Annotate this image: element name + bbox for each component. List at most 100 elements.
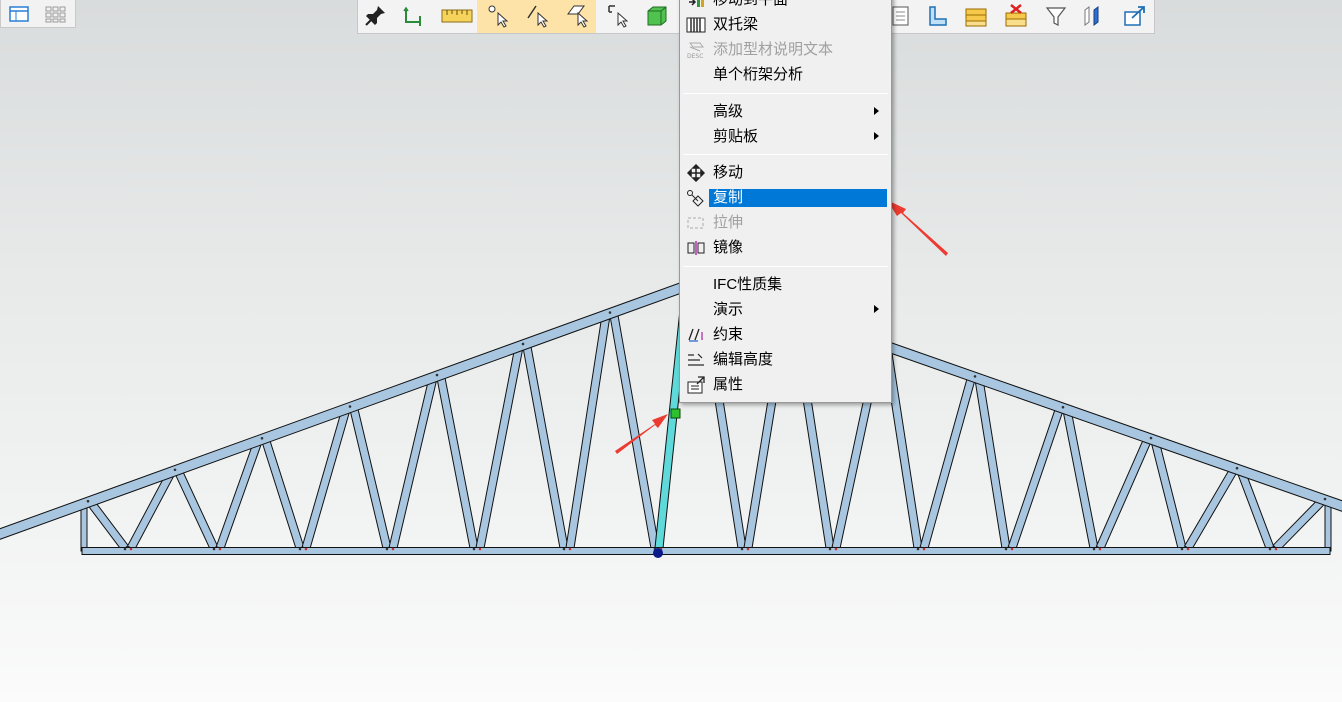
stretch-icon (685, 214, 707, 232)
truss-joint[interactable] (304, 547, 308, 551)
truss-web-member[interactable] (1062, 408, 1099, 550)
truss-joint[interactable] (916, 547, 920, 551)
menu-item-edit-height[interactable]: 编辑高度 (682, 349, 889, 371)
truss-web-member[interactable] (349, 407, 392, 550)
menu-item-advanced[interactable]: 高级 (682, 101, 889, 123)
solid-view-icon[interactable] (643, 2, 671, 30)
truss-web-member[interactable] (388, 376, 438, 550)
truss-joint[interactable] (608, 311, 612, 314)
truss-joint[interactable] (1149, 436, 1153, 440)
select-face-icon[interactable] (564, 2, 592, 30)
grid-layout-icon[interactable] (43, 4, 67, 24)
truss-joint[interactable] (1092, 547, 1096, 551)
menu-item-stretch[interactable]: 拉伸 (682, 212, 889, 234)
menu-item-mirror[interactable]: 镜像 (682, 237, 889, 259)
selection-end-handle[interactable] (670, 408, 681, 419)
snap-icon[interactable] (398, 2, 426, 30)
truss-joint[interactable] (568, 547, 572, 551)
truss-joint[interactable] (1323, 497, 1327, 501)
truss-joint[interactable] (435, 373, 439, 377)
section-icon[interactable] (1078, 2, 1106, 30)
truss-end-post[interactable] (1324, 501, 1332, 552)
truss-joint[interactable] (129, 547, 133, 551)
truss-joint[interactable] (1274, 547, 1278, 551)
menu-item-move[interactable]: 移动 (682, 162, 889, 184)
truss-top-chord-left[interactable] (0, 275, 703, 542)
truss-joint[interactable] (173, 468, 177, 472)
select-edge-icon[interactable] (524, 2, 552, 30)
truss-web-member[interactable] (261, 439, 305, 550)
menu-separator (683, 266, 888, 267)
truss-web-member[interactable] (565, 314, 611, 550)
truss-web-member[interactable] (522, 345, 569, 550)
truss-joint[interactable] (260, 437, 264, 440)
truss-joint[interactable] (86, 499, 90, 503)
truss-joint[interactable] (1010, 547, 1014, 551)
truss-joint[interactable] (1098, 547, 1102, 551)
truss-joint[interactable] (1061, 405, 1065, 409)
menu-item-copy[interactable]: 复制 (682, 187, 889, 209)
measure-icon[interactable] (440, 2, 474, 30)
menu-item-move-to-plane[interactable]: 移动到平面 (682, 0, 889, 11)
menu-item-ifc-properties[interactable]: IFC性质集 (682, 274, 889, 296)
truss-web-member[interactable] (1272, 498, 1325, 552)
truss-web-member[interactable] (1183, 468, 1238, 551)
truss-web-member[interactable] (436, 376, 479, 550)
filter-icon[interactable] (1042, 2, 1070, 30)
menu-item-add-description[interactable]: DESC 添加型材说明文本 (682, 39, 889, 61)
truss-joint[interactable] (1004, 547, 1008, 551)
truss-joint[interactable] (348, 405, 352, 408)
truss-web-member[interactable] (919, 377, 976, 550)
menu-item-single-truss-analysis[interactable]: 单个桁架分析 (682, 64, 889, 86)
truss-joint[interactable] (123, 547, 127, 551)
menu-item-double-truss[interactable]: 双托梁 (682, 14, 889, 36)
truss-web-member[interactable] (301, 407, 351, 550)
select-component-icon[interactable] (604, 2, 632, 30)
truss-joint[interactable] (834, 547, 838, 551)
pin-icon[interactable] (361, 2, 389, 30)
truss-web-member[interactable] (974, 378, 1011, 550)
selection-start-handle[interactable] (653, 548, 663, 558)
select-point-icon[interactable] (484, 2, 512, 30)
menu-item-constraint[interactable]: 约束 (682, 324, 889, 346)
truss-joint[interactable] (212, 547, 216, 551)
truss-joint[interactable] (385, 547, 389, 551)
export-icon[interactable] (1121, 2, 1149, 30)
truss-joint[interactable] (746, 547, 750, 551)
window-layout-icon[interactable] (7, 4, 31, 24)
truss-joint[interactable] (1268, 547, 1272, 551)
truss-joint[interactable] (478, 547, 482, 551)
truss-web-member[interactable] (88, 501, 129, 552)
truss-web-member[interactable] (1150, 439, 1187, 550)
truss-joint[interactable] (740, 547, 744, 551)
truss-web-member[interactable] (174, 470, 219, 551)
truss-web-member[interactable] (1095, 438, 1152, 551)
truss-web-member[interactable] (475, 345, 524, 550)
model-viewport[interactable] (0, 0, 1342, 702)
truss-end-post[interactable] (80, 504, 88, 552)
truss-joint[interactable] (298, 547, 302, 551)
truss-bottom-chord[interactable] (81, 547, 1331, 555)
annotation-arrow[interactable] (887, 200, 948, 256)
menu-label: 单个桁架分析 (713, 66, 804, 83)
menu-item-demo[interactable]: 演示 (682, 299, 889, 321)
truss-joint[interactable] (521, 342, 525, 346)
truss-joint[interactable] (472, 547, 476, 551)
truss-joint[interactable] (562, 547, 566, 551)
delete-layers-icon[interactable] (1002, 2, 1030, 30)
truss-joint[interactable] (1180, 547, 1184, 551)
truss-web-member[interactable] (609, 314, 660, 550)
truss-joint[interactable] (973, 375, 977, 378)
truss-joint[interactable] (922, 547, 926, 551)
truss-joint[interactable] (1235, 466, 1239, 470)
truss-drawing[interactable] (0, 0, 1342, 702)
truss-joint[interactable] (218, 547, 222, 551)
truss-joint[interactable] (828, 547, 832, 551)
profile-icon[interactable] (923, 2, 951, 30)
menu-item-properties[interactable]: 属性 (682, 374, 889, 396)
truss-joint[interactable] (391, 547, 395, 551)
truss-joint[interactable] (1186, 547, 1190, 551)
truss-web-member[interactable] (1007, 408, 1064, 550)
layers-icon[interactable] (962, 2, 990, 30)
menu-item-clipboard[interactable]: 剪贴板 (682, 126, 889, 148)
